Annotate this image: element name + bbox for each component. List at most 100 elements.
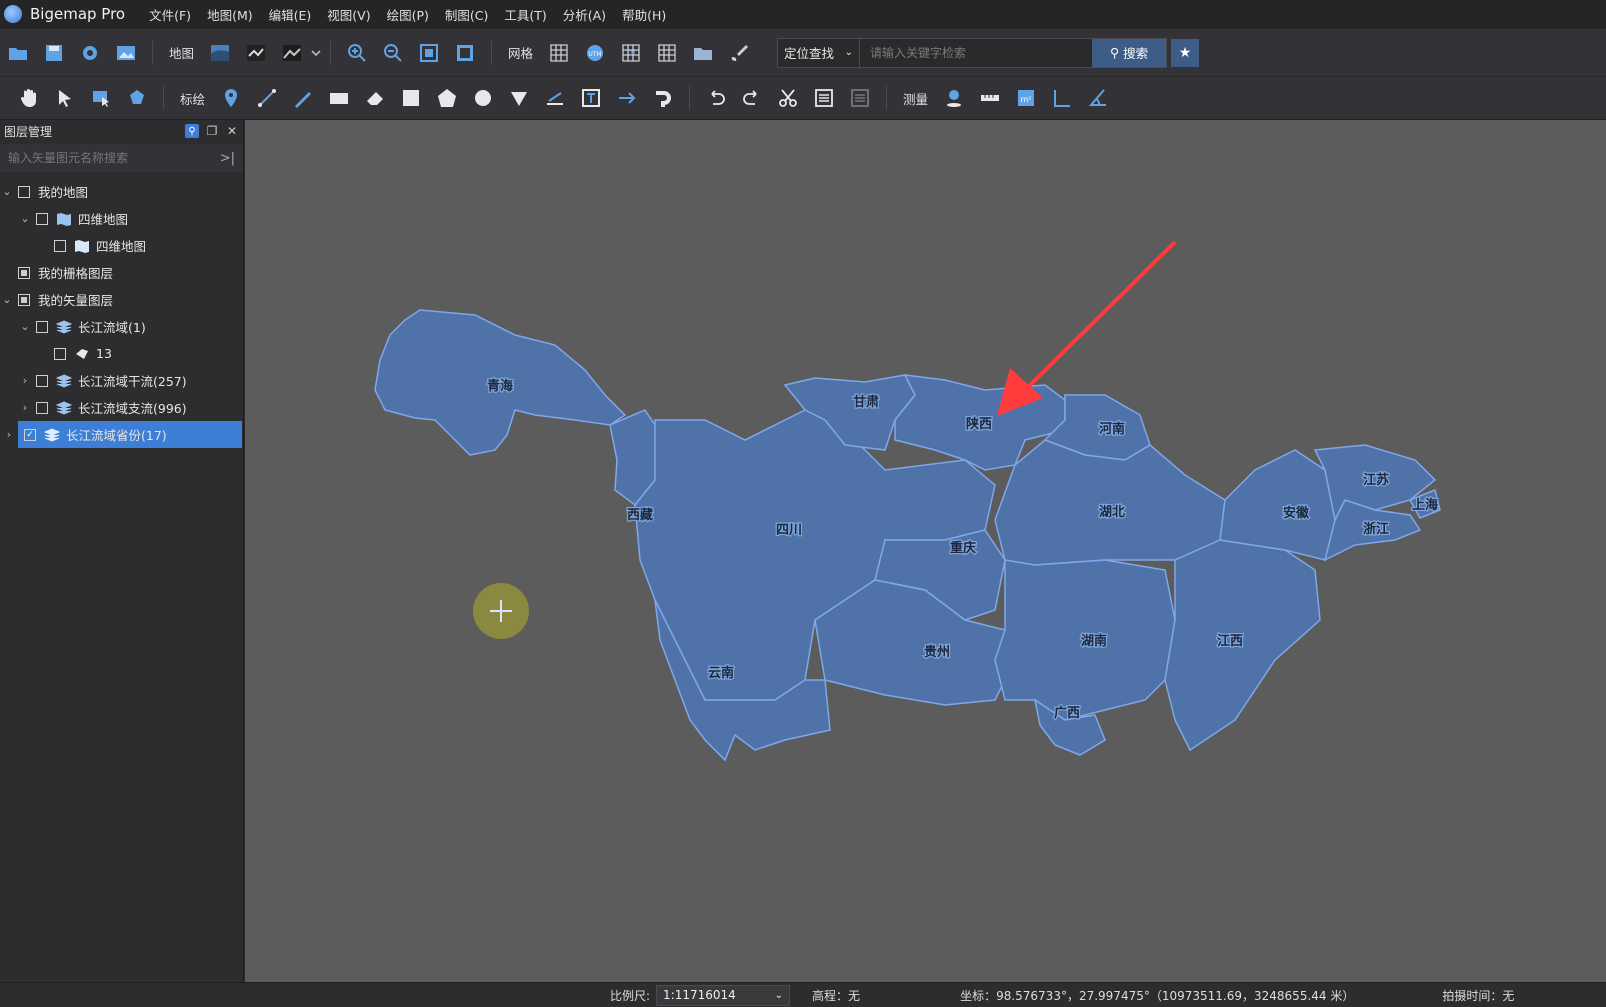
search-input[interactable]: [860, 38, 1093, 67]
nm-grid-icon[interactable]: [652, 38, 682, 68]
sector-icon[interactable]: [504, 83, 534, 113]
chevron-down-icon[interactable]: ⌄: [18, 212, 32, 225]
checkbox[interactable]: [18, 266, 30, 279]
tree-row-feature-13[interactable]: 13: [0, 340, 243, 367]
folder-icon[interactable]: [688, 38, 718, 68]
save-icon[interactable]: [39, 38, 69, 68]
redo-icon[interactable]: [737, 83, 767, 113]
tree-row-yangtze-provinces[interactable]: › ✓ 长江流域省份(17): [7, 421, 242, 448]
checkbox[interactable]: [36, 212, 48, 225]
chevron-right-icon[interactable]: ›: [2, 428, 16, 441]
map-svg[interactable]: 青海 甘肃 陕西 河南 西藏 四川 重庆 湖北 安徽 江苏 上海 浙江 云南 贵…: [245, 120, 1606, 982]
checkbox[interactable]: [18, 185, 30, 198]
tree-row-yangtze-basin[interactable]: ⌄ 长江流域(1): [0, 313, 243, 340]
menu-edit[interactable]: 编辑(E): [261, 5, 320, 24]
checkbox[interactable]: [18, 293, 30, 306]
layer-search-input[interactable]: [8, 151, 208, 165]
scale-dropdown[interactable]: 1:11716014 ⌄: [656, 984, 791, 1006]
rectangle-draw-icon[interactable]: [324, 83, 354, 113]
angle-measure-icon[interactable]: [1047, 83, 1077, 113]
circle-icon[interactable]: [468, 83, 498, 113]
collapse-panel-icon[interactable]: >|: [220, 151, 235, 166]
zoom-out-icon[interactable]: [378, 38, 408, 68]
rect-select-icon[interactable]: [86, 83, 116, 113]
tree-row-vector-layers[interactable]: ⌄ 我的矢量图层: [0, 286, 243, 313]
dark-map-icon[interactable]: [241, 38, 271, 68]
menu-tools[interactable]: 工具(T): [496, 5, 554, 24]
chevron-down-icon[interactable]: ⌄: [0, 293, 14, 306]
panel-search-icon[interactable]: ⚲: [185, 124, 199, 138]
undo-icon[interactable]: [701, 83, 731, 113]
km-grid-icon[interactable]: KM: [616, 38, 646, 68]
select-arrow-icon[interactable]: [50, 83, 80, 113]
square-icon[interactable]: [396, 83, 426, 113]
azimuth-measure-icon[interactable]: [1083, 83, 1113, 113]
checkbox-checked[interactable]: ✓: [24, 428, 36, 441]
menu-file[interactable]: 文件(F): [141, 5, 199, 24]
brush-icon[interactable]: [724, 38, 754, 68]
map-canvas[interactable]: 青海 甘肃 陕西 河南 西藏 四川 重庆 湖北 安徽 江苏 上海 浙江 云南 贵…: [245, 120, 1606, 982]
province-hubei-shape[interactable]: [994, 439, 1226, 566]
checkbox[interactable]: [54, 239, 66, 252]
pentagon-icon[interactable]: [432, 83, 462, 113]
line-icon[interactable]: [252, 83, 282, 113]
chevron-right-icon[interactable]: ›: [18, 374, 32, 387]
arrow-right-icon[interactable]: [612, 83, 642, 113]
close-icon[interactable]: ✕: [225, 124, 239, 138]
chevron-down-icon[interactable]: ⌄: [0, 185, 14, 198]
satellite-map-icon[interactable]: [205, 38, 235, 68]
tree-row-raster-layers[interactable]: 我的栅格图层: [0, 259, 243, 286]
yangtze-basin-provinces[interactable]: [374, 309, 1441, 762]
tree-row-yangtze-mainstream[interactable]: › 长江流域干流(257): [0, 367, 243, 394]
distance-measure-icon[interactable]: [975, 83, 1005, 113]
coordinate-text: 坐标：98.576733°，27.997475°（10973511.69，324…: [960, 988, 1355, 1003]
open-folder-icon[interactable]: [3, 38, 33, 68]
checkbox[interactable]: [54, 347, 66, 360]
tree-row-label: 长江流域省份(17): [66, 428, 167, 443]
menu-draw[interactable]: 绘图(P): [379, 5, 437, 24]
placemark-icon[interactable]: [216, 83, 246, 113]
search-button[interactable]: ⚲ 搜索: [1092, 38, 1167, 67]
zoom-in-icon[interactable]: [342, 38, 372, 68]
attribute-table-icon[interactable]: [809, 83, 839, 113]
settings-gear-icon[interactable]: [75, 38, 105, 68]
tree-row-yangtze-tributaries[interactable]: › 长江流域支流(996): [0, 394, 243, 421]
tree-row-siwei-group[interactable]: ⌄ 四维地图: [0, 205, 243, 232]
measure-line-icon[interactable]: [540, 83, 570, 113]
separator: [491, 40, 493, 65]
checkbox[interactable]: [36, 374, 48, 387]
area-measure-icon[interactable]: m²: [1011, 83, 1041, 113]
grid-icon[interactable]: [544, 38, 574, 68]
chevron-down-icon[interactable]: [310, 38, 322, 68]
tree-row-siwei-map[interactable]: 四维地图: [0, 232, 243, 259]
favorite-star-button[interactable]: ★: [1171, 38, 1200, 67]
text-box-icon[interactable]: [576, 83, 606, 113]
polygon-select-icon[interactable]: [122, 83, 152, 113]
utm-grid-icon[interactable]: UTM: [580, 38, 610, 68]
pencil-line-icon[interactable]: [288, 83, 318, 113]
menu-view[interactable]: 视图(V): [319, 5, 378, 24]
scissors-icon[interactable]: [773, 83, 803, 113]
search-scope-dropdown[interactable]: 定位查找 ⌄: [778, 38, 861, 67]
curved-arrow-icon[interactable]: [648, 83, 678, 113]
full-extent-icon[interactable]: [414, 38, 444, 68]
list-disabled-icon[interactable]: [845, 83, 875, 113]
chevron-down-icon[interactable]: ⌄: [18, 320, 32, 333]
checkbox[interactable]: [36, 401, 48, 414]
panel-float-icon[interactable]: ❐: [205, 124, 219, 138]
eraser-icon[interactable]: [360, 83, 390, 113]
menu-help[interactable]: 帮助(H): [614, 5, 674, 24]
menu-cartography[interactable]: 制图(C): [437, 5, 496, 24]
menu-map[interactable]: 地图(M): [199, 5, 261, 24]
chevron-right-icon[interactable]: ›: [18, 401, 32, 414]
image-icon[interactable]: [111, 38, 141, 68]
pan-hand-icon[interactable]: [14, 83, 44, 113]
province-label: 青海: [487, 378, 513, 394]
tree-row-my-map[interactable]: ⌄ 我的地图: [0, 178, 243, 205]
checkbox[interactable]: [36, 320, 48, 333]
scale-label: 比例尺:: [610, 988, 651, 1003]
menu-analysis[interactable]: 分析(A): [555, 5, 614, 24]
point-measure-icon[interactable]: [939, 83, 969, 113]
fit-view-icon[interactable]: [450, 38, 480, 68]
terrain-map-icon[interactable]: [277, 38, 307, 68]
